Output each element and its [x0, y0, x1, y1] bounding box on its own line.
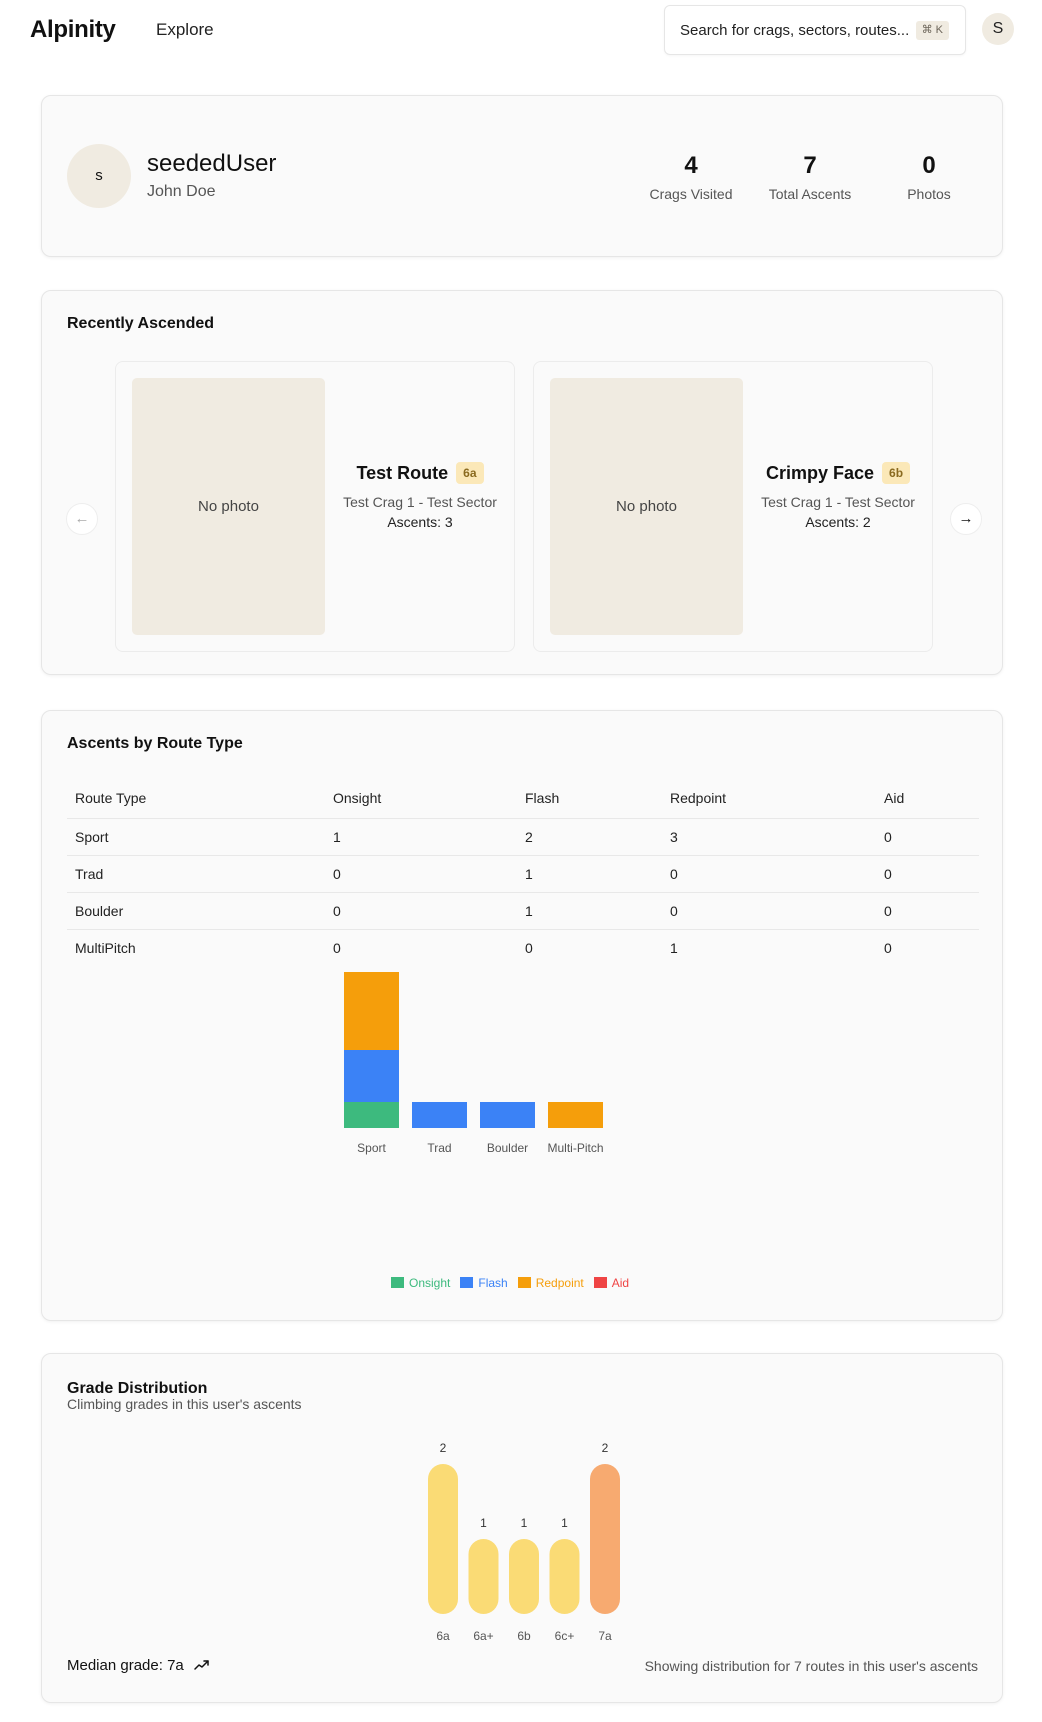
route-location: Test Crag 1 - Test Sector — [761, 494, 915, 510]
route-name[interactable]: Crimpy Face — [766, 463, 874, 484]
carousel-prev-button[interactable]: ← — [66, 503, 98, 535]
stat-total-ascents: 7 Total Ascents — [755, 152, 865, 202]
profile-username: seededUser — [147, 150, 277, 177]
route-info: Crimpy Face 6b Test Crag 1 - Test Sector… — [753, 462, 923, 532]
bar-segment-flash — [412, 1102, 467, 1128]
legend-item-aid[interactable]: Aid — [593, 1276, 630, 1290]
profile-full-name: John Doe — [147, 183, 216, 200]
stat-value: 4 — [684, 152, 698, 179]
route-card[interactable]: No photo Test Route 6a Test Crag 1 - Tes… — [115, 361, 515, 652]
legend-swatch — [460, 1277, 474, 1288]
x-tick-label: 6c+ — [555, 1629, 575, 1643]
data-label: 1 — [480, 1516, 487, 1530]
grade-badge: 6b — [882, 462, 911, 484]
route-ascents-count: Ascents: 3 — [387, 514, 453, 530]
chart-legend: Onsight Flash Redpoint Aid — [391, 1276, 629, 1290]
x-tick-label: Sport — [357, 1141, 386, 1155]
legend-label: Redpoint — [535, 1276, 584, 1290]
carousel-next-button[interactable]: → — [950, 503, 982, 535]
bar-segment-redpoint — [548, 1102, 603, 1128]
route-card[interactable]: No photo Crimpy Face 6b Test Crag 1 - Te… — [533, 361, 933, 652]
legend-label: Flash — [478, 1276, 508, 1290]
legend-swatch — [593, 1277, 607, 1288]
ascents-by-route-type-card: Ascents by Route Type Route Type Onsight… — [41, 710, 1003, 1321]
arrow-right-icon: → — [958, 510, 974, 527]
legend-swatch — [517, 1277, 531, 1288]
search-input[interactable]: Search for crags, sectors, routes... ⌘ K — [664, 5, 966, 55]
route-type-stacked-bar-chart: Sport Trad Boulder Multi-Pitch — [344, 972, 604, 1155]
bar-segment-flash — [480, 1102, 535, 1128]
x-tick-label: Multi-Pitch — [547, 1141, 603, 1155]
grade-bar — [549, 1539, 580, 1614]
route-photo-placeholder: No photo — [550, 378, 743, 635]
stat-photos: 0 Photos — [874, 152, 984, 202]
median-grade-text: Median grade: 7a — [67, 1657, 184, 1674]
legend-label: Onsight — [409, 1276, 451, 1290]
bar-segment-onsight — [344, 1102, 399, 1128]
grade-distribution-card: Grade Distribution Climbing grades in th… — [41, 1353, 1003, 1703]
stat-label: Total Ascents — [768, 186, 852, 202]
user-menu-avatar[interactable]: S — [982, 13, 1014, 45]
profile-avatar: s — [67, 144, 131, 208]
x-tick-label: 6a+ — [473, 1629, 493, 1643]
median-grade: Median grade: 7a — [67, 1657, 210, 1674]
stat-value: 7 — [803, 152, 817, 179]
x-tick-label: 6a — [436, 1629, 450, 1643]
profile-card: s seededUser John Doe 4 Crags Visited 7 … — [41, 95, 1003, 257]
x-tick-label: 6b — [517, 1629, 531, 1643]
stat-label: Crags Visited — [649, 186, 733, 202]
route-ascents-count: Ascents: 2 — [805, 514, 871, 530]
bar-segment-redpoint — [344, 972, 399, 1050]
stat-label: Photos — [907, 186, 951, 202]
recently-ascended-card: Recently Ascended ← No photo Test Route … — [41, 290, 1003, 675]
grade-bar — [590, 1464, 620, 1614]
legend-item-onsight[interactable]: Onsight — [391, 1276, 450, 1290]
legend-item-flash[interactable]: Flash — [460, 1276, 508, 1290]
grade-distribution-chart: 2 6a 1 6a+ 1 6b 1 6c+ 2 7a — [428, 1441, 620, 1643]
grade-bar — [468, 1539, 499, 1614]
stat-crags-visited: 4 Crags Visited — [636, 152, 746, 202]
stat-value: 0 — [922, 152, 936, 179]
grade-badge: 6a — [456, 462, 484, 484]
trending-up-icon — [194, 1660, 209, 1670]
legend-item-redpoint[interactable]: Redpoint — [517, 1276, 584, 1290]
app-logo[interactable]: Alpinity — [30, 16, 116, 44]
section-title: Recently Ascended — [67, 315, 215, 332]
route-location: Test Crag 1 - Test Sector — [343, 494, 497, 510]
route-photo-placeholder: No photo — [132, 378, 325, 635]
data-label: 1 — [561, 1516, 568, 1530]
grade-bar — [428, 1464, 458, 1614]
search-shortcut-badge: ⌘ K — [915, 21, 949, 40]
route-info: Test Route 6a Test Crag 1 - Test Sector … — [335, 462, 505, 532]
x-tick-label: 7a — [598, 1629, 612, 1643]
search-placeholder: Search for crags, sectors, routes... — [680, 22, 910, 39]
grade-bar — [509, 1539, 539, 1614]
data-label: 2 — [602, 1441, 609, 1455]
x-tick-label: Boulder — [487, 1141, 528, 1155]
x-tick-label: Trad — [427, 1141, 451, 1155]
nav-explore-link[interactable]: Explore — [156, 20, 214, 40]
legend-swatch — [391, 1277, 404, 1288]
distribution-note: Showing distribution for 7 routes in thi… — [644, 1658, 978, 1674]
arrow-left-icon: ← — [74, 510, 90, 527]
legend-label: Aid — [611, 1276, 630, 1290]
bar-segment-flash — [344, 1050, 399, 1102]
top-bar: Alpinity Explore Search for crags, secto… — [0, 0, 1042, 62]
data-label: 1 — [521, 1516, 528, 1530]
route-name[interactable]: Test Route — [356, 463, 448, 484]
data-label: 2 — [440, 1441, 447, 1455]
